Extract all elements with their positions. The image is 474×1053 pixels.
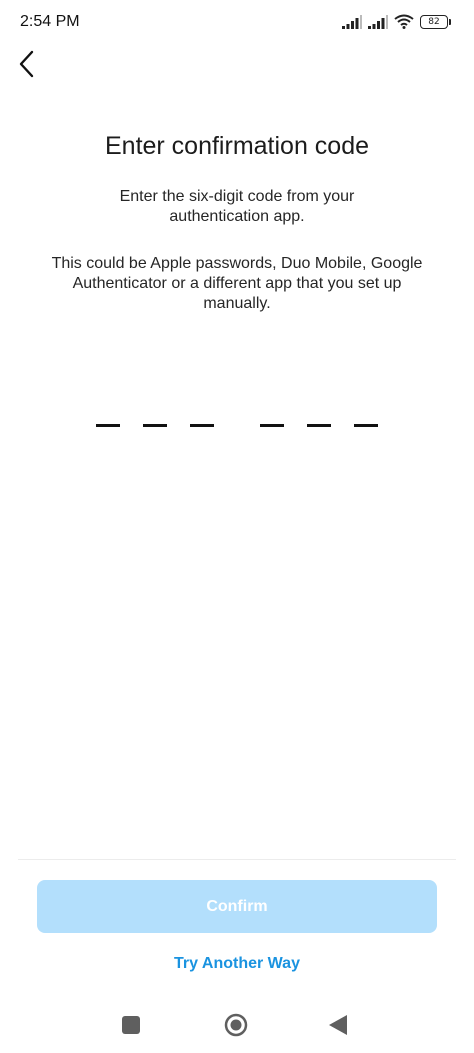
page-title: Enter confirmation code bbox=[104, 132, 370, 160]
signal-icon bbox=[342, 14, 362, 29]
code-digit-slot bbox=[260, 424, 284, 427]
code-digit-slot bbox=[96, 424, 120, 427]
status-bar: 2:54 PM 82 bbox=[0, 0, 474, 44]
chevron-left-icon bbox=[19, 50, 34, 78]
battery-icon: 82 bbox=[420, 14, 451, 29]
code-digit-slot bbox=[143, 424, 167, 427]
status-time: 2:54 PM bbox=[20, 13, 80, 30]
footer-divider bbox=[18, 859, 456, 860]
code-digit-slot bbox=[190, 424, 214, 427]
system-nav-bar bbox=[0, 1000, 474, 1053]
confirmation-code-input[interactable] bbox=[96, 406, 380, 442]
code-digit-slot bbox=[307, 424, 331, 427]
code-digit-slot bbox=[354, 424, 378, 427]
battery-level: 82 bbox=[428, 16, 440, 27]
wifi-icon bbox=[394, 14, 414, 29]
back-icon[interactable] bbox=[328, 1014, 348, 1036]
recent-apps-icon[interactable] bbox=[122, 1016, 140, 1034]
back-button[interactable] bbox=[8, 44, 44, 84]
status-icons: 82 bbox=[342, 14, 451, 29]
screen: 2:54 PM 82 Enter confirmation code Enter… bbox=[0, 0, 474, 1053]
authenticator-apps-note: This could be Apple passwords, Duo Mobil… bbox=[51, 255, 423, 312]
instruction-text: Enter the six-digit code from your authe… bbox=[119, 188, 355, 225]
home-icon[interactable] bbox=[224, 1013, 248, 1037]
signal-icon bbox=[368, 14, 388, 29]
try-another-way-link[interactable]: Try Another Way bbox=[0, 955, 474, 973]
confirm-button[interactable]: Confirm bbox=[37, 880, 437, 933]
